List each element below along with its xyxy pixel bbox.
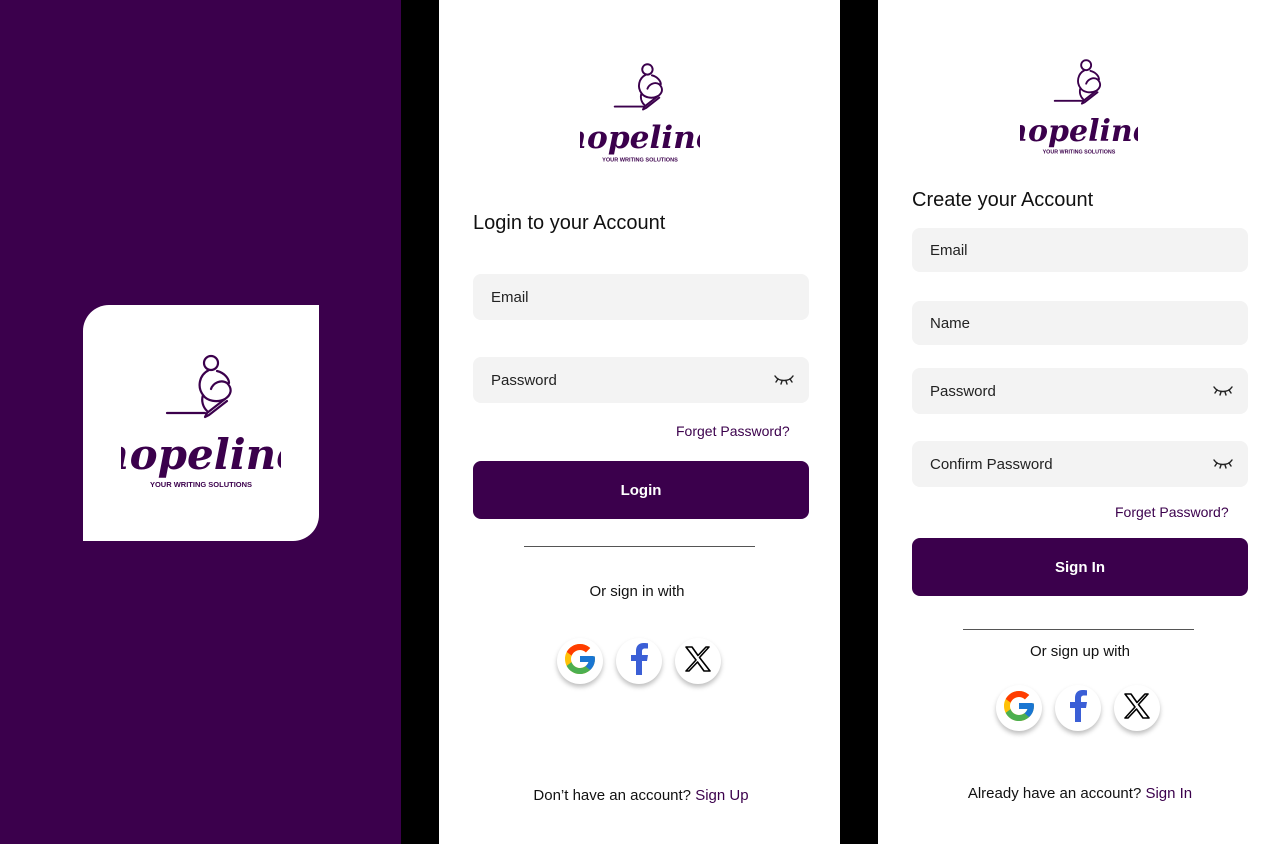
divider [963, 629, 1194, 630]
brand-logo: hopeline YOUR WRITING SOLUTIONS [121, 353, 281, 493]
brand-wordmark: hopeline [580, 120, 700, 156]
social-caption: Or sign up with [1029, 643, 1131, 660]
x-icon [683, 644, 713, 679]
eye-closed-icon[interactable] [1212, 454, 1234, 472]
signup-prompt: Don’t have an account? Sign Up [439, 787, 843, 804]
password-field[interactable]: Password [473, 357, 809, 403]
signin-prompt: Already have an account? Sign In [878, 785, 1279, 802]
google-signup-button[interactable] [996, 685, 1042, 731]
facebook-signup-button[interactable] [1055, 685, 1101, 731]
x-signin-button[interactable] [675, 638, 721, 684]
facebook-icon [1067, 689, 1089, 727]
email-placeholder: Email [491, 288, 529, 306]
page-title: Create your Account [912, 189, 1094, 211]
brand-tagline: YOUR WRITING SOLUTIONS [602, 158, 678, 164]
signup-link[interactable]: Sign Up [695, 787, 748, 804]
splash-screen: hopeline YOUR WRITING SOLUTIONS [0, 0, 401, 844]
brand-tagline: YOUR WRITING SOLUTIONS [150, 480, 252, 489]
email-field[interactable]: Email [473, 274, 809, 320]
signin-link[interactable]: Sign In [1145, 785, 1192, 802]
password-placeholder: Password [930, 382, 996, 400]
x-icon [1122, 691, 1152, 726]
google-icon [562, 641, 598, 682]
brand-tagline: YOUR WRITING SOLUTIONS [1043, 150, 1116, 156]
forgot-password-link[interactable]: Forget Password? [676, 423, 790, 439]
forgot-password-link[interactable]: Forget Password? [1115, 504, 1229, 520]
page-title: Login to your Account [473, 212, 666, 234]
signin-prompt-text: Already have an account? [967, 785, 1142, 802]
confirm-password-field[interactable]: Confirm Password [912, 441, 1248, 487]
x-signup-button[interactable] [1114, 685, 1160, 731]
divider [524, 546, 755, 547]
eye-closed-icon[interactable] [1212, 381, 1234, 399]
password-field[interactable]: Password [912, 368, 1248, 414]
brand-wordmark: hopeline [1020, 114, 1138, 149]
signup-prompt-text: Don’t have an account? [533, 787, 692, 804]
logo-card: hopeline YOUR WRITING SOLUTIONS [83, 305, 319, 541]
signup-screen: hopeline YOUR WRITING SOLUTIONS Create y… [878, 0, 1279, 844]
login-screen: hopeline YOUR WRITING SOLUTIONS Login to… [439, 0, 840, 844]
name-field[interactable]: Name [912, 301, 1248, 345]
name-placeholder: Name [930, 314, 971, 332]
login-button[interactable]: Login [473, 461, 809, 519]
eye-closed-icon[interactable] [773, 370, 795, 388]
social-caption: Or sign in with [589, 583, 685, 600]
email-placeholder: Email [930, 241, 968, 259]
brand-logo: hopeline YOUR WRITING SOLUTIONS [1020, 58, 1138, 158]
email-field[interactable]: Email [912, 228, 1248, 272]
facebook-signin-button[interactable] [616, 638, 662, 684]
google-signin-button[interactable] [557, 638, 603, 684]
google-icon [1001, 688, 1037, 729]
brand-logo: hopeline YOUR WRITING SOLUTIONS [580, 62, 700, 166]
brand-wordmark: hopeline [121, 430, 281, 479]
password-placeholder: Password [491, 371, 557, 389]
facebook-icon [628, 642, 650, 680]
sign-in-button[interactable]: Sign In [912, 538, 1248, 596]
confirm-password-placeholder: Confirm Password [930, 455, 1053, 473]
